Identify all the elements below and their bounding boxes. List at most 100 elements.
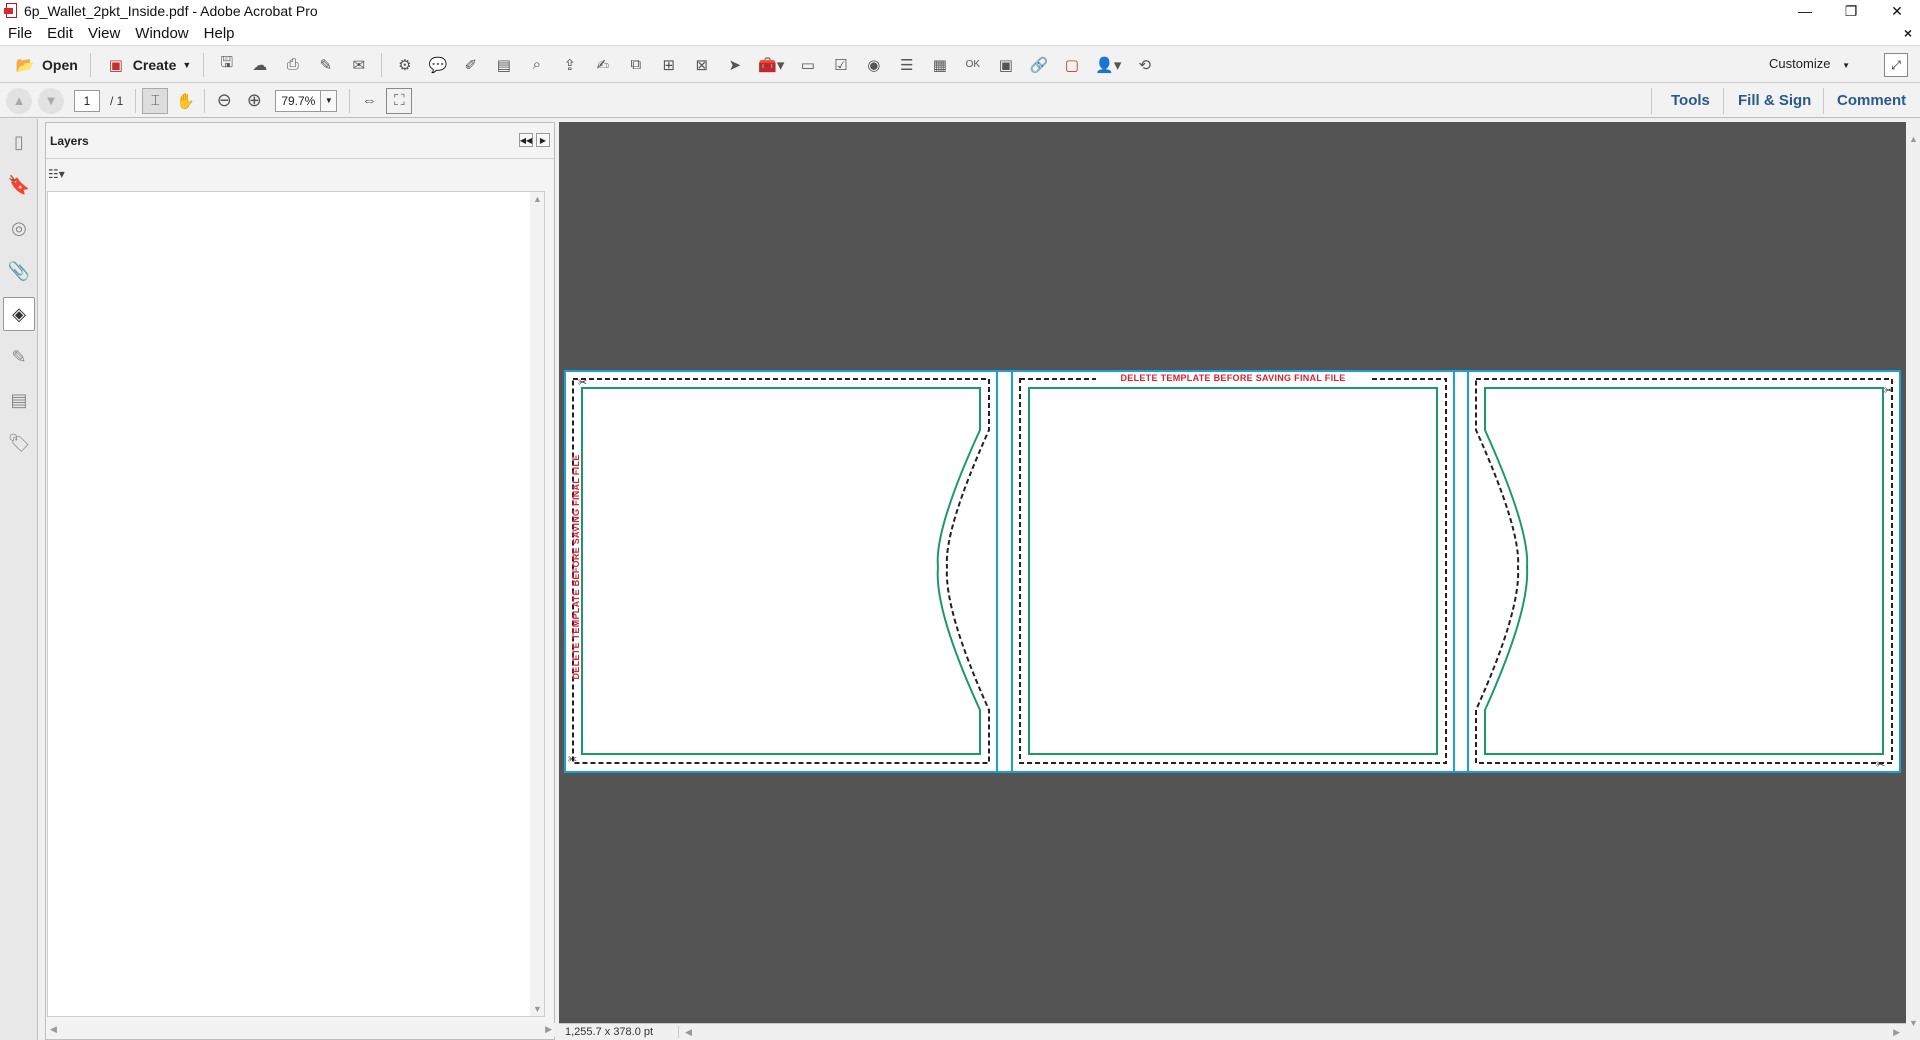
next-page-button[interactable]: ▼ (38, 87, 64, 114)
close-window-button[interactable]: ✕ (1874, 0, 1920, 22)
fit-page-icon[interactable]: ⛶ (386, 87, 413, 114)
dropdown-field-icon[interactable]: ▦ (923, 52, 956, 78)
layers-vertical-scrollbar[interactable]: ▲ ▼ (530, 192, 544, 1016)
menu-file[interactable]: File (0, 25, 39, 42)
zoom-dropdown-button[interactable]: ▼ (321, 89, 338, 112)
optimize-icon[interactable]: ⊞ (652, 52, 685, 78)
layers-horizontal-scrollbar[interactable]: ◀ ▶ (47, 1023, 555, 1037)
sync-icon[interactable]: ⟲ (1128, 52, 1161, 78)
checkbox-icon[interactable]: ☑ (824, 52, 857, 78)
text-field-icon[interactable]: ▭ (791, 52, 824, 78)
pane-divider (1823, 88, 1824, 114)
main-toolbar: 📂 Open ▣ Create ▼ 🖫 ☁ ⎙ ✎ ✉ ⚙ 💬 ✐ ▤ ⌕ ⇪ … (0, 47, 1920, 83)
create-button[interactable]: ▣ Create ▼ (97, 51, 198, 79)
highlight-icon[interactable]: ✐ (454, 52, 487, 78)
document-vertical-scrollbar[interactable]: ▲ ▼ (1906, 122, 1920, 1040)
zoom-in-icon[interactable]: ⊕ (241, 88, 267, 114)
fit-width-icon[interactable]: ⇔ (356, 88, 382, 114)
signatures-icon[interactable]: ✎ (3, 340, 35, 374)
title-bar: 6p_Wallet_2pkt_Inside.pdf - Adobe Acroba… (0, 0, 1920, 22)
pdf-page: ✂ ✂ ✂ ✂ DELETE TEMPLATE BEFORE SAVING FI… (564, 370, 1901, 773)
right-pocket-trimline (1484, 387, 1884, 755)
menu-view[interactable]: View (80, 25, 127, 42)
destinations-icon[interactable]: ◎ (3, 211, 35, 245)
scissors-icon: ✂ (578, 376, 587, 389)
left-pocket-trimline (581, 387, 981, 755)
select-object-icon[interactable]: ➤ (718, 52, 751, 78)
center-panel-trimline (1028, 387, 1438, 755)
scroll-up-icon[interactable]: ▲ (1909, 134, 1918, 144)
signature-icon[interactable]: ✍ (586, 52, 619, 78)
tags-icon[interactable]: 🏷 (3, 426, 35, 460)
zoom-out-icon[interactable]: ⊖ (211, 88, 237, 114)
previous-page-button[interactable]: ▲ (6, 87, 32, 114)
page-number-input[interactable]: 1 (74, 89, 100, 112)
content-icon[interactable]: ▤ (3, 383, 35, 417)
template-warning-top: DELETE TEMPLATE BEFORE SAVING FINAL FILE (1120, 373, 1346, 383)
user-stamp-icon[interactable]: 👤▾ (1088, 52, 1128, 78)
document-icon[interactable]: ▤ (487, 52, 520, 78)
right-pocket-cutline (1475, 378, 1893, 764)
options-menu-icon: ☷▾ (48, 167, 65, 181)
menu-edit[interactable]: Edit (39, 25, 80, 42)
bookmarks-icon[interactable]: 🔖 (3, 168, 35, 202)
export-icon[interactable]: ⇪ (553, 52, 586, 78)
layers-icon[interactable]: ◈ (3, 297, 35, 331)
expand-icon[interactable]: ⤢ (1884, 53, 1908, 77)
select-tool-icon[interactable]: ⌶ (142, 87, 169, 114)
combine-icon[interactable]: ⧉ (619, 52, 652, 78)
collapse-panel-icon[interactable]: ◀◀ (519, 133, 533, 147)
close-document-button[interactable]: × (1904, 25, 1912, 41)
expand-panel-icon[interactable]: ▶ (536, 133, 550, 147)
button-field-icon[interactable]: OK (956, 52, 989, 78)
open-button[interactable]: 📂 Open (6, 51, 84, 79)
find-icon[interactable]: ⌕ (520, 52, 553, 78)
email-icon[interactable]: ✉ (342, 52, 375, 78)
chevron-down-icon: ▼ (1842, 61, 1850, 70)
scroll-down-icon[interactable]: ▼ (533, 1004, 542, 1014)
attachments-icon[interactable]: 📎 (3, 254, 35, 288)
toolbox-icon[interactable]: 🧰▾ (751, 52, 791, 78)
scroll-right-icon[interactable]: ▶ (1893, 1027, 1900, 1038)
edit-icon[interactable]: ✎ (309, 52, 342, 78)
image-field-icon[interactable]: ▣ (989, 52, 1022, 78)
print-icon[interactable]: ⎙ (276, 52, 309, 78)
minimize-button[interactable]: — (1782, 0, 1828, 22)
chevron-down-icon: ▼ (182, 59, 192, 70)
list-box-icon[interactable]: ☰ (890, 52, 923, 78)
scroll-right-icon[interactable]: ▶ (545, 1024, 552, 1035)
save-icon[interactable]: 🖫 (210, 52, 243, 78)
toolbar-divider (135, 88, 137, 113)
scissors-icon: ✂ (1884, 384, 1893, 397)
scroll-down-icon[interactable]: ▼ (1909, 1018, 1918, 1028)
layers-options-menu[interactable]: ☷▾ (46, 159, 554, 189)
page-total: / 1 (110, 93, 124, 108)
comment-bubble-icon[interactable]: 💬 (421, 52, 454, 78)
tools-pane-link[interactable]: Tools (1671, 92, 1710, 109)
restore-button[interactable]: ❐ (1828, 0, 1874, 22)
radio-button-icon[interactable]: ◉ (857, 52, 890, 78)
page-thumbnails-icon[interactable]: ▯ (3, 125, 35, 159)
settings-icon[interactable]: ⚙ (388, 52, 421, 78)
zoom-input[interactable]: 79.7% (275, 89, 322, 112)
layers-header: Layers ◀◀ ▶ (46, 123, 554, 159)
cloud-upload-icon[interactable]: ☁ (243, 52, 276, 78)
scroll-up-icon[interactable]: ▲ (533, 194, 542, 204)
scroll-left-icon[interactable]: ◀ (685, 1027, 692, 1038)
hand-tool-icon[interactable]: ✋ (172, 88, 198, 114)
create-button-label: Create (132, 56, 177, 73)
navigation-toolbar: ▲ ▼ 1 / 1 ⌶ ✋ ⊖ ⊕ 79.7% ▼ ⇔ ⛶ Tools Fill… (0, 84, 1920, 118)
template-warning-side: DELETE TEMPLATE BEFORE SAVING FINAL FILE (571, 454, 581, 680)
stamp-field-icon[interactable]: ▢ (1055, 52, 1088, 78)
redact-icon[interactable]: ⊠ (685, 52, 718, 78)
scroll-left-icon[interactable]: ◀ (50, 1024, 57, 1035)
fill-sign-pane-link[interactable]: Fill & Sign (1738, 92, 1811, 109)
menu-help[interactable]: Help (196, 25, 242, 42)
center-panel-cutline (1019, 378, 1447, 764)
customize-button[interactable]: Customize ▼ (1769, 56, 1850, 71)
menu-window[interactable]: Window (127, 25, 195, 42)
pane-divider (1723, 88, 1724, 114)
pane-divider (1651, 88, 1652, 114)
link-icon[interactable]: 🔗 (1022, 52, 1055, 78)
comment-pane-link[interactable]: Comment (1837, 92, 1906, 109)
